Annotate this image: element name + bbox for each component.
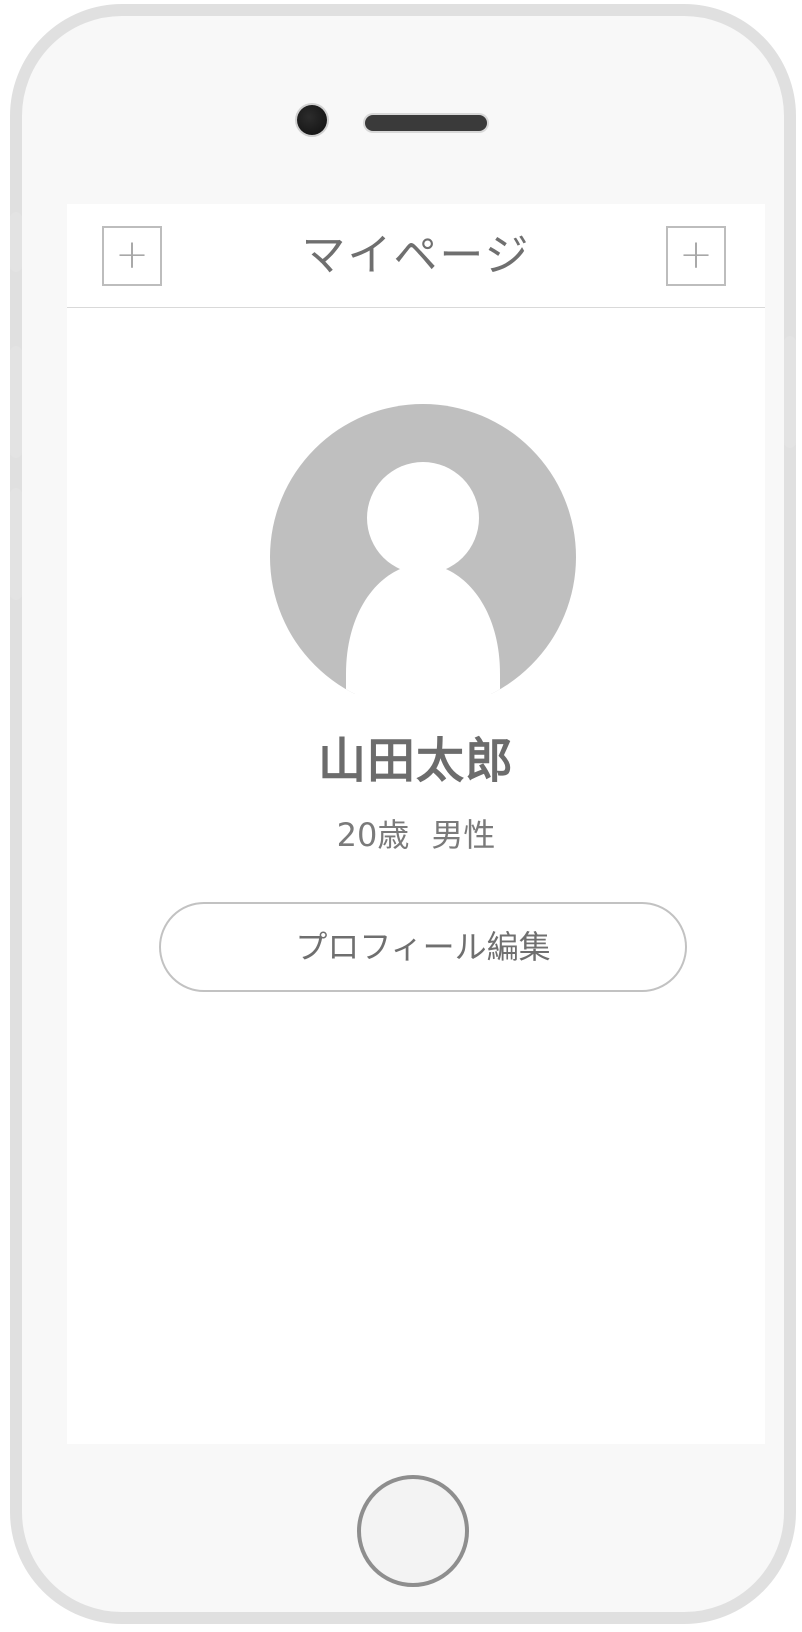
front-camera <box>297 105 327 135</box>
phone-frame: + マイページ + 山田太郎 20歳 男性 プロフィール編集 <box>10 4 796 1624</box>
user-meta: 20歳 男性 <box>67 812 765 858</box>
user-silhouette-icon <box>270 404 576 710</box>
volume-down-button <box>10 488 22 600</box>
earpiece-speaker <box>365 115 487 131</box>
navigation-bar: + マイページ + <box>67 204 765 308</box>
mute-switch <box>10 212 22 272</box>
power-button <box>784 336 796 448</box>
nav-left-plus-button[interactable]: + <box>102 226 162 286</box>
nav-right-plus-button[interactable]: + <box>666 226 726 286</box>
plus-icon: + <box>115 232 149 278</box>
app-screen: + マイページ + 山田太郎 20歳 男性 プロフィール編集 <box>67 204 765 1444</box>
user-name: 山田太郎 <box>317 733 514 789</box>
plus-icon: + <box>679 232 713 278</box>
user-age: 20歳 <box>336 816 410 854</box>
edit-profile-button[interactable]: プロフィール編集 <box>159 902 687 992</box>
page-title: マイページ <box>301 230 531 281</box>
home-button[interactable] <box>357 1475 469 1587</box>
user-gender: 男性 <box>431 816 496 854</box>
volume-up-button <box>10 346 22 458</box>
